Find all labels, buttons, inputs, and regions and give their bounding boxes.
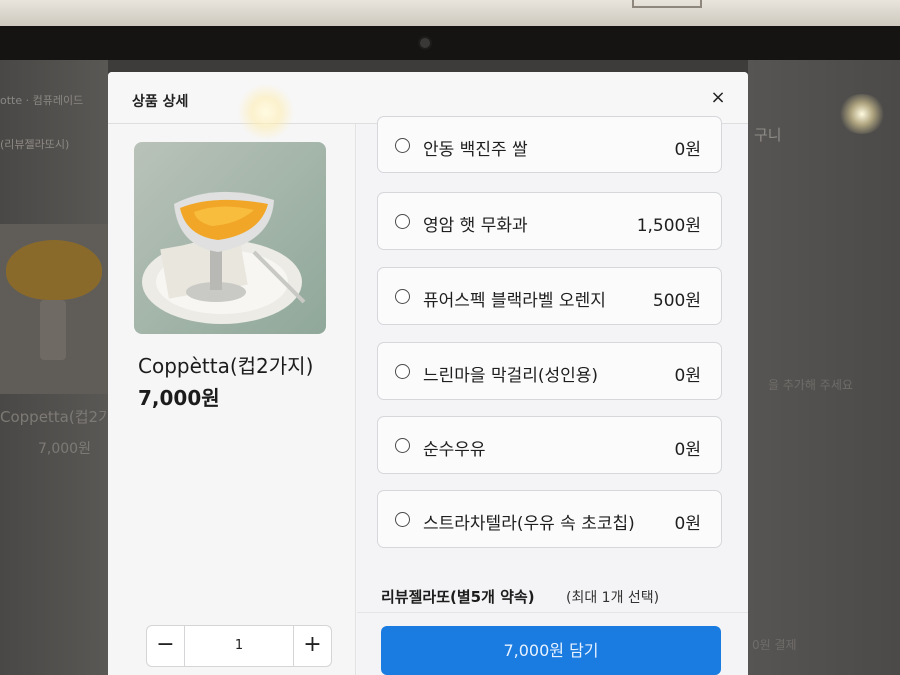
decrease-quantity-button[interactable]: − — [147, 626, 185, 666]
close-button[interactable]: × — [704, 84, 732, 112]
gelato-cup-image — [134, 142, 326, 334]
background-cart-title: 구니 — [754, 126, 782, 144]
add-to-cart-button[interactable]: 7,000원 담기 — [381, 626, 721, 675]
option-item[interactable]: 느린마을 막걸리(성인용) 0원 — [377, 342, 722, 400]
kiosk-bezel-top — [0, 0, 900, 26]
increase-quantity-button[interactable]: + — [293, 626, 331, 666]
option-group-title: 리뷰젤라또(별5개 약속) — [381, 588, 535, 606]
background-product-name: Coppetta(컵2가 — [0, 408, 112, 426]
background-pay-text: 0원 결제 — [752, 638, 797, 652]
product-name: Coppètta(컵2가지) — [138, 354, 314, 378]
radio-button[interactable] — [395, 364, 410, 379]
option-item[interactable]: 스트라차텔라(우유 속 초코칩) 0원 — [377, 490, 722, 548]
product-image — [134, 142, 326, 334]
option-price: 0원 — [674, 514, 701, 534]
option-price: 0원 — [674, 140, 701, 160]
product-price: 7,000원 — [138, 386, 220, 410]
option-item[interactable]: 안동 백진주 쌀 0원 — [377, 116, 722, 173]
product-detail-modal: 상품 상세 × Coppètta(컵2가지) 7,000원 안동 백진주 쌀 0… — [108, 72, 748, 675]
light-glare — [838, 94, 886, 134]
radio-button[interactable] — [395, 512, 410, 527]
bezel-notch — [632, 0, 702, 8]
background-product-image-stem — [40, 300, 66, 360]
background-product-price: 7,000원 — [38, 441, 91, 457]
radio-button[interactable] — [395, 289, 410, 304]
product-info-pane: Coppètta(컵2가지) 7,000원 — [108, 124, 356, 675]
option-item[interactable]: 영암 햇 무화과 1,500원 — [377, 192, 722, 250]
background-cart-hint: 을 추가해 주세요 — [768, 378, 853, 392]
background-product-image — [6, 240, 102, 300]
option-label: 느린마을 막걸리(성인용) — [423, 366, 599, 386]
option-item[interactable]: 퓨어스펙 블랙라벨 오렌지 500원 — [377, 267, 722, 325]
background-category-text: (리뷰젤라또시) — [0, 138, 70, 151]
option-price: 500원 — [652, 291, 701, 311]
option-item[interactable]: 순수우유 0원 — [377, 416, 722, 474]
option-label: 스트라차텔라(우유 속 초코칩) — [423, 514, 635, 534]
background-tab-text: otte · 컴퓨레이드 — [0, 94, 84, 107]
option-price: 0원 — [674, 366, 701, 386]
quantity-stepper: − 1 + — [146, 625, 332, 667]
light-glare — [236, 84, 296, 140]
option-label: 안동 백진주 쌀 — [423, 140, 528, 160]
footer-divider — [357, 612, 748, 613]
radio-button[interactable] — [395, 214, 410, 229]
modal-title: 상품 상세 — [132, 94, 189, 110]
option-label: 퓨어스펙 블랙라벨 오렌지 — [423, 291, 606, 311]
option-group-hint: (최대 1개 선택) — [566, 590, 660, 606]
quantity-value: 1 — [234, 638, 244, 653]
option-price: 1,500원 — [636, 216, 701, 236]
option-label: 영암 햇 무화과 — [423, 216, 528, 236]
radio-button[interactable] — [395, 138, 410, 153]
background-cart-right: 구니 을 추가해 주세요 0원 결제 — [748, 60, 900, 675]
option-price: 0원 — [674, 440, 701, 460]
radio-button[interactable] — [395, 438, 410, 453]
option-label: 순수우유 — [423, 440, 486, 460]
background-menu-left: otte · 컴퓨레이드 (리뷰젤라또시) Coppetta(컵2가 7,000… — [0, 60, 112, 675]
camera-icon — [418, 36, 432, 50]
